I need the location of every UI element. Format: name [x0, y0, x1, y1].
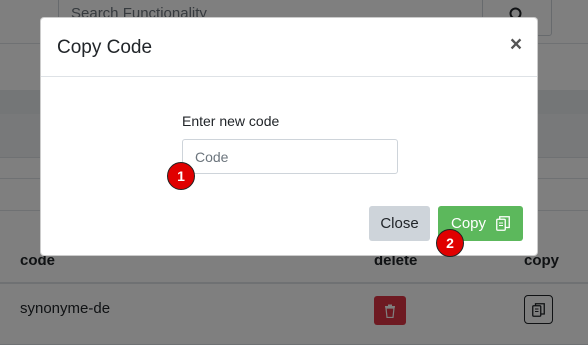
copy-icon: [496, 216, 510, 231]
copy-button-label: Copy: [450, 215, 487, 232]
annotation-marker-2: 2: [436, 229, 464, 257]
code-input[interactable]: [182, 139, 398, 174]
close-button[interactable]: Close: [369, 206, 430, 241]
close-icon[interactable]: ×: [507, 34, 525, 56]
annotation-marker-1: 1: [167, 162, 195, 190]
modal-header: Copy Code ×: [41, 18, 537, 77]
code-field-label: Enter new code: [182, 113, 280, 129]
modal-title: Copy Code: [57, 37, 153, 58]
copy-code-modal: Copy Code × Enter new code Close Copy: [40, 17, 538, 256]
